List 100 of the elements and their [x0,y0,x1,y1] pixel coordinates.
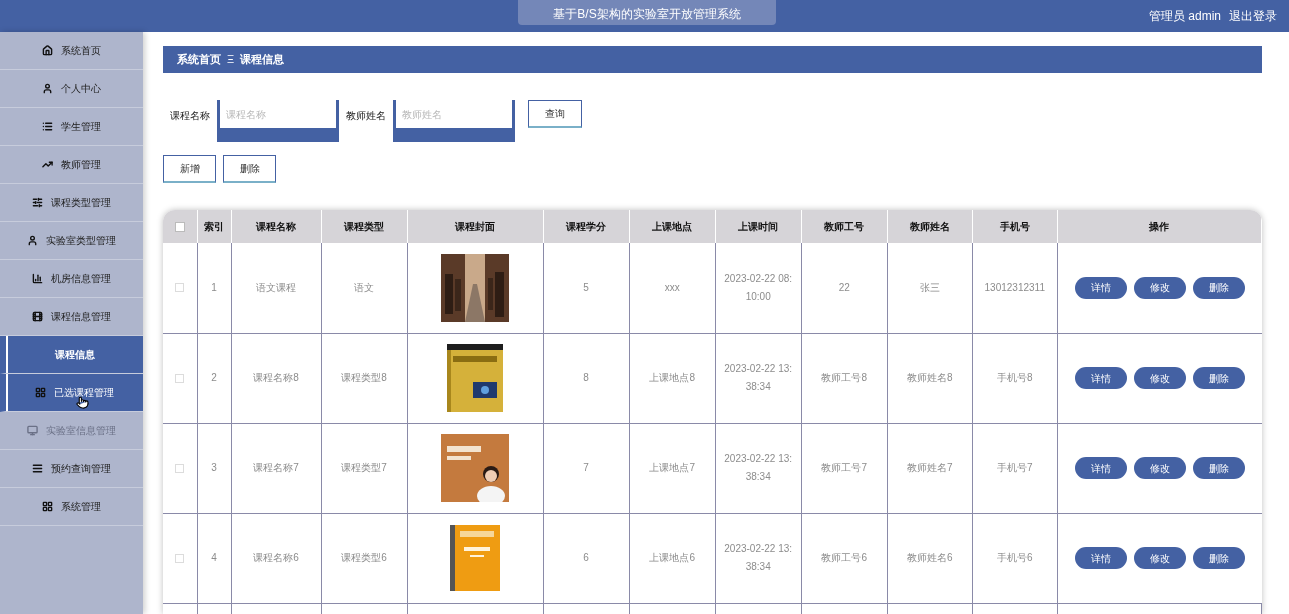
sidebar-item[interactable]: 教师管理 [0,146,143,184]
table-cell: 上课地点7 [649,462,695,473]
breadcrumb-separator: Ξ [227,52,235,68]
table-cell: 13012312311 [984,281,1045,293]
logout-link[interactable]: 退出登录 [1229,7,1277,25]
table-cell: 6 [583,552,589,563]
table-cell: 手机号6 [997,552,1033,563]
details-button[interactable]: 详情 [1074,276,1127,299]
table-cell: 教师工号6 [821,552,867,563]
grid-icon [35,387,46,398]
chart-icon [42,159,53,170]
table-cell: 2023-02-22 13:38:34 [724,453,793,482]
delete-button[interactable]: 删除 [1192,547,1245,569]
column-header: 教师姓名 [909,221,950,232]
table-cell: 7 [583,462,589,473]
home-icon [42,45,53,56]
field-label: 课程名称 [170,109,210,123]
monitor-icon [27,425,38,436]
column-header: 上课地点 [652,221,693,232]
table-cell: 手机号7 [997,462,1033,473]
table-cell: 8 [583,372,589,383]
grid-icon [42,501,53,512]
column-header: 课程学分 [566,221,607,232]
sidebar-item[interactable]: 个人中心 [0,70,143,108]
select-all-checkbox[interactable] [174,221,185,232]
table-cell: 课程类型8 [341,372,387,383]
table-cell: 2023-02-22 08:10:00 [724,272,793,302]
table-cell: 1 [211,281,217,293]
lines-icon [32,463,43,474]
table-cell: 课程类型7 [341,462,387,473]
sidebar-item[interactable]: 预约查询管理 [0,450,143,488]
table-cell: 2023-02-22 13:38:34 [724,363,793,392]
sidebar-item[interactable]: 课程信息 [0,336,143,374]
details-button[interactable]: 详情 [1074,367,1127,389]
film-icon [32,311,43,322]
person-icon [27,235,38,246]
app-title: 基于B/S架构的实验室开放管理系统 [553,6,741,23]
add-button[interactable]: 新增 [163,155,216,183]
sidebar-item[interactable]: 系统管理 [0,488,143,526]
list-icon [42,121,53,132]
sidebar-item[interactable]: 已选课程管理 [0,374,143,412]
table-cell: 教师姓名8 [906,372,953,383]
search-field[interactable]: 课程名称 [217,100,339,142]
column-header: 教师工号 [824,221,865,232]
column-header: 上课时间 [738,221,779,232]
column-header: 操作 [1149,221,1170,232]
column-header: 课程封面 [455,221,496,232]
table-cell: 语文 [354,281,375,293]
breadcrumb-link[interactable]: 系统首页 [177,51,221,68]
table-cell: 课程类型6 [341,552,387,563]
table-cell: 语文课程 [256,281,296,293]
sidebar-item[interactable]: 机房信息管理 [0,260,143,298]
table-cell: 课程名称7 [253,462,299,473]
table-cell: 教师工号7 [821,462,867,473]
hand-cursor-icon [76,396,89,409]
table-cell: 教师姓名6 [906,552,953,563]
table-cell: 上课地点8 [649,372,695,383]
row-checkbox[interactable] [175,373,185,383]
edit-button[interactable]: 修改 [1133,547,1186,569]
bar-chart-icon [32,273,43,284]
details-button[interactable]: 详情 [1074,547,1127,569]
table-cell: 教师姓名7 [906,462,953,473]
table-cell: 4 [211,552,217,563]
delete-button[interactable]: 删除 [1192,367,1245,389]
table-cell: 22 [838,281,850,293]
edit-button[interactable]: 修改 [1133,367,1186,389]
sidebar-item[interactable]: 学生管理 [0,108,143,146]
row-checkbox[interactable] [175,283,185,293]
row-checkbox[interactable] [175,553,185,563]
user-label: 管理员 admin [1148,8,1221,25]
table-cell: 2023-02-22 13:38:34 [724,543,793,572]
row-checkbox[interactable] [175,463,185,473]
sidebar-item[interactable]: 实验室类型管理 [0,222,143,260]
table-cell: 上课地点6 [649,552,695,563]
table-cell: 课程名称6 [253,552,299,563]
column-header: 课程类型 [344,221,385,232]
sidebar-item[interactable]: 课程类型管理 [0,184,143,222]
table-cell: 2 [211,372,217,383]
delete-button[interactable]: 删除 [1192,457,1245,479]
column-header: 索引 [204,221,224,232]
sidebar-item[interactable]: 系统首页 [0,32,143,70]
query-button[interactable]: 查询 [528,100,582,128]
person-icon [42,83,53,94]
delete-button[interactable]: 删除 [1192,276,1245,299]
column-header: 课程名称 [256,221,296,232]
field-label: 教师姓名 [346,109,386,123]
table-cell: 张三 [919,281,940,293]
details-button[interactable]: 详情 [1074,457,1127,479]
sliders-icon [32,197,43,208]
table-cell: 5 [583,281,589,293]
breadcrumb-current: 课程信息 [240,52,285,68]
table-cell: 教师工号8 [821,372,867,383]
column-header: 手机号 [999,221,1030,232]
search-field[interactable]: 教师姓名 [393,100,515,142]
delete-button[interactable]: 删除 [223,155,276,183]
table-cell: 手机号8 [997,372,1033,383]
edit-button[interactable]: 修改 [1133,457,1186,479]
table-cell: 课程名称8 [253,372,299,383]
edit-button[interactable]: 修改 [1133,276,1186,299]
table-cell: xxx [664,281,680,293]
